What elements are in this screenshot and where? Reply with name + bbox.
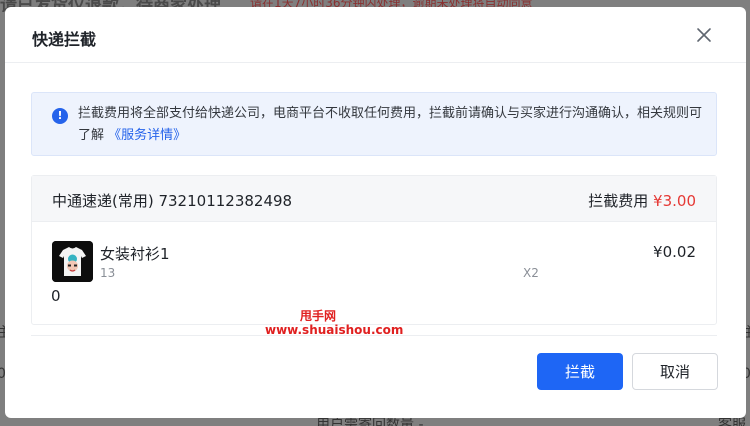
order-card-header: 中通速递(常用) 73210112382498 拦截费用 ¥3.00	[32, 176, 716, 222]
product-thumbnail	[52, 241, 93, 282]
fee-label: 拦截费用	[588, 192, 649, 210]
close-icon[interactable]	[695, 26, 713, 44]
product-name: 女装衬衫1	[100, 245, 170, 263]
intercept-button[interactable]: 拦截	[537, 353, 623, 390]
dialog-title: 快递拦截	[32, 30, 97, 49]
product-sku: 13	[100, 266, 116, 280]
service-details-link[interactable]: 《服务详情》	[108, 128, 186, 143]
express-intercept-dialog: 快递拦截 ! 拦截费用将全部支付给快递公司，电商平台不收取任何费用，拦截前请确认…	[5, 7, 746, 418]
product-price: ¥0.02	[653, 243, 696, 261]
product-trailing-text: 0	[51, 287, 61, 305]
watermark-name: 甩手网	[300, 309, 337, 323]
notice-text: 拦截费用将全部支付给快递公司，电商平台不收取任何费用，拦截前请确认与买家进行沟通…	[78, 103, 708, 147]
product-quantity: X2	[523, 266, 539, 280]
watermark-url: www.shuaishou.com	[265, 323, 404, 337]
fee-amount: ¥3.00	[653, 192, 696, 210]
order-card: 中通速递(常用) 73210112382498 拦截费用 ¥3.00 女装衬衫1…	[31, 175, 717, 325]
info-icon: !	[52, 108, 68, 124]
intercept-fee: 拦截费用 ¥3.00	[588, 190, 696, 211]
cancel-button[interactable]: 取消	[632, 353, 718, 390]
carrier-tracking: 中通速递(常用) 73210112382498	[52, 192, 293, 210]
info-notice: ! 拦截费用将全部支付给快递公司，电商平台不收取任何费用，拦截前请确认与买家进行…	[31, 92, 717, 156]
dialog-header: 快递拦截	[5, 7, 746, 63]
